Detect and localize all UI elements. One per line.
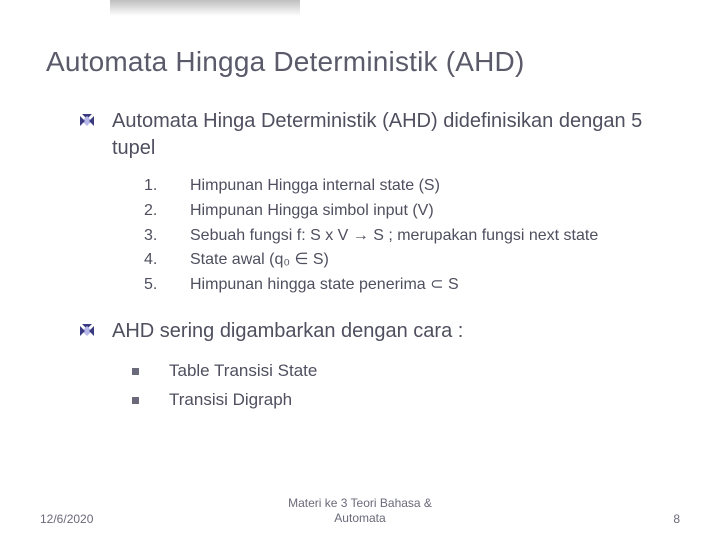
top-shadow	[110, 0, 300, 16]
list-item: 5. Himpunan hingga state penerima ⊂ S	[144, 273, 680, 298]
list-text: Himpunan hingga state penerima ⊂ S	[190, 273, 459, 298]
diamond-bullet-icon	[80, 324, 94, 338]
slide-content: Automata Hingga Deterministik (AHD) Auto…	[0, 0, 720, 415]
sub-list-item: Transisi Digraph	[132, 386, 680, 415]
bullet-item: Automata Hinga Deterministik (AHD) didef…	[46, 108, 680, 162]
list-number: 1.	[144, 174, 190, 199]
footer-page-number: 8	[673, 512, 680, 526]
list-item: 3. Sebuah fungsi f: S x V → S ; merupaka…	[144, 224, 680, 249]
list-text: Himpunan Hingga simbol input (V)	[190, 199, 434, 224]
sub-list-text: Transisi Digraph	[169, 386, 292, 415]
list-item: 4. State awal (q₀ ∈ S)	[144, 248, 680, 273]
bullet-text: Automata Hinga Deterministik (AHD) didef…	[112, 108, 680, 162]
list-item: 1. Himpunan Hingga internal state (S)	[144, 174, 680, 199]
list-number: 3.	[144, 224, 190, 249]
slide-title: Automata Hingga Deterministik (AHD)	[46, 46, 680, 78]
ordered-list: 1. Himpunan Hingga internal state (S) 2.…	[144, 174, 680, 298]
list-number: 4.	[144, 248, 190, 273]
list-item: 2. Himpunan Hingga simbol input (V)	[144, 199, 680, 224]
list-number: 5.	[144, 273, 190, 298]
list-text: Sebuah fungsi f: S x V → S ; merupakan f…	[190, 224, 598, 249]
square-bullet-icon	[132, 368, 139, 375]
bullet-text: AHD sering digambarkan dengan cara :	[112, 318, 463, 345]
footer-center: Materi ke 3 Teori Bahasa & Automata	[288, 496, 432, 526]
list-text: State awal (q₀ ∈ S)	[190, 248, 329, 273]
sub-list: Table Transisi State Transisi Digraph	[132, 357, 680, 415]
diamond-bullet-icon	[80, 114, 94, 128]
list-text: Himpunan Hingga internal state (S)	[190, 174, 440, 199]
square-bullet-icon	[132, 397, 139, 404]
footer-date: 12/6/2020	[40, 512, 93, 526]
sub-list-text: Table Transisi State	[169, 357, 317, 386]
list-number: 2.	[144, 199, 190, 224]
sub-list-item: Table Transisi State	[132, 357, 680, 386]
bullet-item: AHD sering digambarkan dengan cara :	[46, 318, 680, 345]
